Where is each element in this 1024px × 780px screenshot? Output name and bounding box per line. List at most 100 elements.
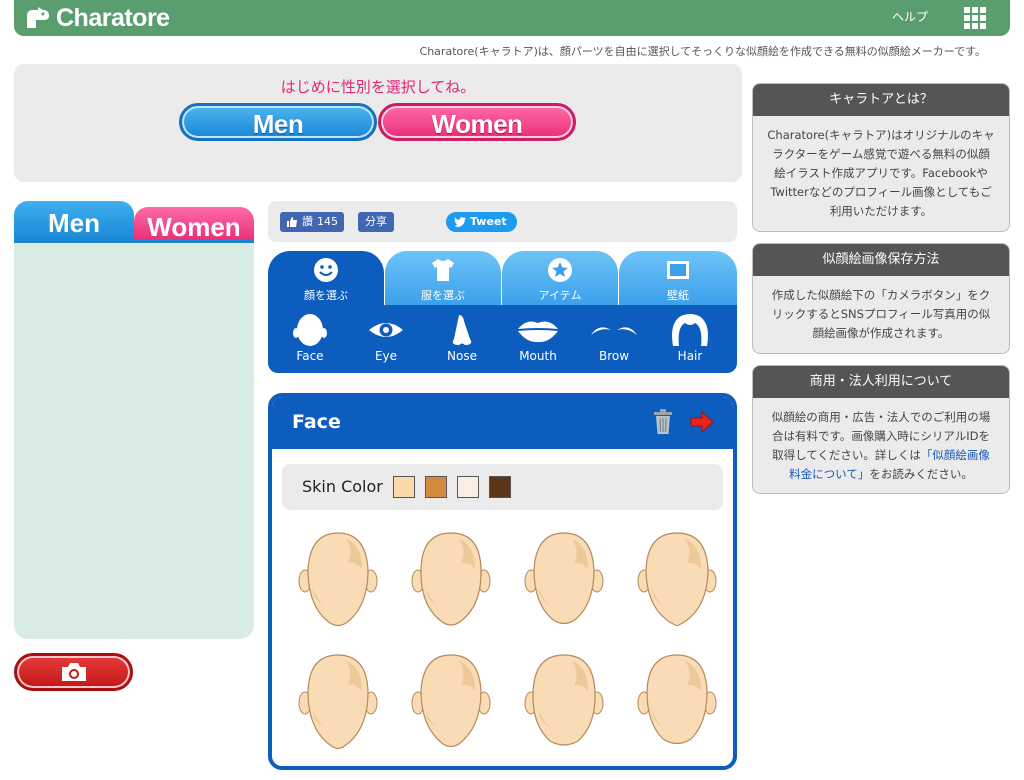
tab-wallpaper[interactable]: 壁紙 — [619, 251, 737, 306]
next-arrow-icon[interactable] — [690, 411, 714, 433]
info-line: 利用いただけます。 — [829, 204, 933, 218]
part-face[interactable]: Face — [280, 313, 340, 363]
smiley-face-icon — [314, 258, 338, 282]
info-title: 似顔絵画像保存方法 — [753, 244, 1009, 276]
info-line: Twitterなどのプロフィール画像としてもご — [770, 185, 992, 199]
part-label: Nose — [447, 349, 477, 363]
tab-men[interactable]: Men — [14, 201, 134, 241]
brow-icon — [591, 327, 637, 335]
social-share-bar: 讚 145 分享 Tweet — [268, 201, 737, 242]
info-line: リックするとSNSプロフィール写真用の似 — [771, 307, 991, 321]
like-label: 讚 — [302, 215, 313, 228]
part-label: Hair — [677, 349, 703, 363]
face-shape-icon — [637, 654, 717, 745]
gender-select-panel: はじめに性別を選択してね。 Men Women — [14, 64, 742, 182]
info-line: ラクターをゲーム感覚で遊べる無料の似顔 — [772, 147, 990, 161]
skin-swatch-light[interactable] — [393, 476, 415, 498]
mouth-icon — [518, 321, 558, 343]
skin-swatch-tan[interactable] — [425, 476, 447, 498]
thumbs-up-icon — [287, 217, 297, 227]
tab-label: 服を選ぶ — [421, 289, 465, 302]
part-mouth[interactable]: Mouth — [508, 313, 568, 363]
tab-women[interactable]: Women — [134, 207, 254, 242]
hair-icon — [672, 314, 708, 346]
like-count: 145 — [317, 215, 338, 228]
face-shape-icon — [524, 532, 604, 625]
star-badge-icon — [548, 258, 572, 282]
info-line-text: をお読みください。 — [869, 467, 973, 481]
info-panel-save-method: 似顔絵画像保存方法 作成した似顔絵下の「カメラボタン」をク リックするとSNSプ… — [752, 243, 1010, 354]
shirt-icon — [432, 259, 454, 281]
info-line: 料金について」をお読みください。 — [765, 465, 997, 484]
part-nose[interactable]: Nose — [432, 313, 492, 363]
skin-color-label: Skin Color — [302, 477, 383, 496]
face-panel-header: Face — [272, 397, 733, 449]
preview-gender-tabs: Men Women — [14, 201, 254, 242]
face-shape-option[interactable] — [514, 647, 614, 757]
camera-button[interactable] — [14, 653, 133, 691]
category-tabs: 顔を選ぶ 服を選ぶ アイテム 壁紙 — [268, 251, 737, 306]
part-brow[interactable]: Brow — [584, 313, 644, 363]
face-shape-icon — [298, 654, 378, 750]
face-options-panel: Face Skin Color — [268, 393, 737, 770]
info-title: キャラトアとは？ — [753, 84, 1009, 116]
frame-icon — [667, 261, 689, 279]
grid-menu-icon[interactable] — [964, 7, 986, 29]
top-header: Charatore ヘルプ — [14, 0, 1010, 36]
info-title: 商用・法人利用について — [753, 366, 1009, 398]
info-body: Charatore(キャラトア)はオリジナルのキャ ラクターをゲーム感覚で遊べる… — [753, 116, 1009, 231]
info-panel-about: キャラトアとは？ Charatore(キャラトア)はオリジナルのキャ ラクターを… — [752, 83, 1010, 232]
skin-swatch-pale[interactable] — [457, 476, 479, 498]
face-panel-title: Face — [292, 411, 341, 433]
gender-prompt: はじめに性別を選択してね。 — [280, 78, 476, 96]
face-shape-icon — [637, 532, 717, 627]
face-shape-icon — [298, 532, 378, 627]
camera-icon — [61, 663, 86, 681]
info-line: Charatore(キャラトア)はオリジナルのキャ — [767, 128, 995, 142]
part-label: Brow — [598, 349, 630, 363]
face-shape-option[interactable] — [288, 647, 388, 757]
tab-choose-clothes[interactable]: 服を選ぶ — [385, 251, 501, 306]
men-button[interactable]: Men — [179, 103, 377, 141]
skin-color-bar: Skin Color — [282, 464, 723, 510]
face-shape-icon — [524, 654, 604, 746]
skin-swatch-dark[interactable] — [489, 476, 511, 498]
pricing-link-cont[interactable]: 料金について」 — [789, 467, 869, 481]
face-shape-option[interactable] — [627, 647, 727, 757]
face-icon — [293, 314, 327, 346]
face-shape-option[interactable] — [288, 525, 388, 635]
face-shape-option[interactable] — [627, 525, 727, 635]
tab-label: アイテム — [538, 289, 582, 302]
part-hair[interactable]: Hair — [660, 313, 720, 363]
face-shape-grid — [282, 519, 723, 766]
tab-items[interactable]: アイテム — [502, 251, 618, 306]
face-shape-option[interactable] — [401, 647, 501, 757]
info-body: 作成した似顔絵下の「カメラボタン」をク リックするとSNSプロフィール写真用の似… — [753, 276, 1009, 353]
info-line: 作成した似顔絵下の「カメラボタン」をク — [771, 288, 991, 302]
site-tagline: Charatore(キャラトア)は、顔パーツを自由に選択してそっくりな似顔絵を作… — [419, 45, 986, 58]
logo-character-icon — [27, 7, 49, 28]
tweet-button[interactable]: Tweet — [446, 212, 517, 232]
site-logo[interactable]: Charatore — [24, 2, 170, 34]
info-line-text: 取得してください。詳しくは — [772, 448, 921, 462]
trash-icon[interactable] — [652, 409, 674, 435]
eye-icon — [369, 323, 403, 337]
info-panel-commercial-use: 商用・法人利用について 似顔絵の商用・広告・法人でのご利用の場 合は有料です。画… — [752, 365, 1010, 494]
pricing-link[interactable]: 「似顔絵画像 — [921, 448, 990, 462]
part-eye[interactable]: Eye — [356, 313, 416, 363]
logo-text: Charatore — [56, 3, 170, 32]
help-link[interactable]: ヘルプ — [892, 8, 928, 25]
facebook-like-button[interactable]: 讚 145 — [280, 212, 344, 232]
info-line: 絵イラスト作成アプリです。Facebookや — [774, 166, 988, 180]
parts-selector: Face Eye Nose Mouth Brow Hair — [268, 305, 737, 373]
women-button[interactable]: Women — [378, 103, 576, 141]
info-body: 似顔絵の商用・広告・法人でのご利用の場 合は有料です。画像購入時にシリアルIDを… — [753, 398, 1009, 493]
face-shape-option[interactable] — [401, 525, 501, 635]
facebook-share-button[interactable]: 分享 — [358, 212, 394, 232]
nose-icon — [452, 315, 472, 345]
face-shape-option[interactable] — [514, 525, 614, 635]
part-label: Face — [296, 349, 324, 363]
info-line: 顔絵画像が作成されます。 — [812, 326, 950, 340]
tab-choose-face[interactable]: 顔を選ぶ — [268, 251, 384, 306]
part-label: Eye — [374, 349, 398, 363]
